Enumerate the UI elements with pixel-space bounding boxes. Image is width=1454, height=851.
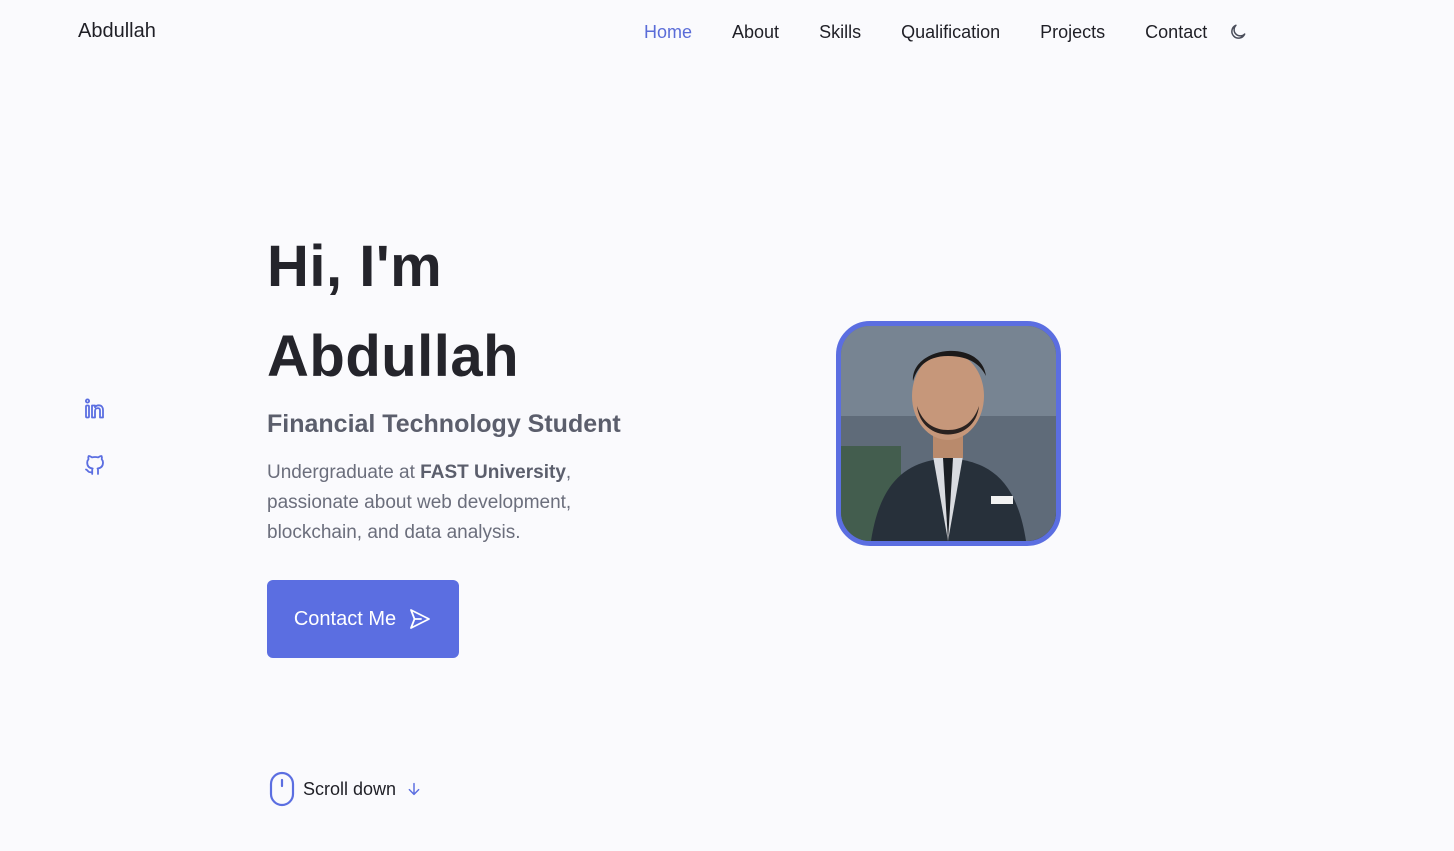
nav-qualification[interactable]: Qualification bbox=[901, 20, 1000, 44]
hero-description: Undergraduate at FAST University, passio… bbox=[267, 458, 647, 548]
moon-icon bbox=[1231, 24, 1246, 39]
nav-projects[interactable]: Projects bbox=[1040, 20, 1105, 44]
linkedin-icon bbox=[85, 398, 104, 419]
profile-portrait bbox=[841, 326, 1056, 541]
hero-title: Hi, I'm Abdullah bbox=[267, 222, 687, 402]
hero-subtitle: Financial Technology Student bbox=[267, 410, 621, 438]
contact-me-label: Contact Me bbox=[293, 607, 397, 630]
hero-desc-prefix: Undergraduate at bbox=[267, 462, 421, 483]
scroll-down-link[interactable]: Scroll down bbox=[269, 771, 422, 807]
scroll-down-label: Scroll down bbox=[303, 778, 397, 799]
nav-contact[interactable]: Contact bbox=[1145, 20, 1207, 44]
contact-me-button[interactable]: Contact Me bbox=[267, 580, 459, 658]
hero-section: Hi, I'm Abdullah Financial Technology St… bbox=[267, 222, 687, 548]
theme-toggle-button[interactable] bbox=[1227, 21, 1249, 43]
profile-photo bbox=[836, 321, 1061, 546]
social-links bbox=[82, 396, 108, 508]
hero-desc-university: FAST University bbox=[420, 462, 566, 483]
logo-link[interactable]: Abdullah bbox=[78, 20, 156, 43]
linkedin-link[interactable] bbox=[82, 396, 108, 422]
arrow-down-icon bbox=[408, 782, 420, 796]
send-icon bbox=[410, 609, 431, 629]
hero-title-line2: Abdullah bbox=[267, 324, 520, 389]
github-icon bbox=[85, 455, 104, 475]
github-link[interactable] bbox=[82, 452, 108, 478]
nav-skills[interactable]: Skills bbox=[819, 20, 861, 44]
site-header: Abdullah Home About Skills Qualification… bbox=[0, 0, 1454, 64]
main-nav: Home About Skills Qualification Projects… bbox=[644, 20, 1249, 44]
nav-about[interactable]: About bbox=[732, 20, 779, 44]
nav-home[interactable]: Home bbox=[644, 20, 692, 44]
mouse-icon bbox=[269, 771, 295, 807]
hero-title-line1: Hi, I'm bbox=[267, 234, 443, 299]
